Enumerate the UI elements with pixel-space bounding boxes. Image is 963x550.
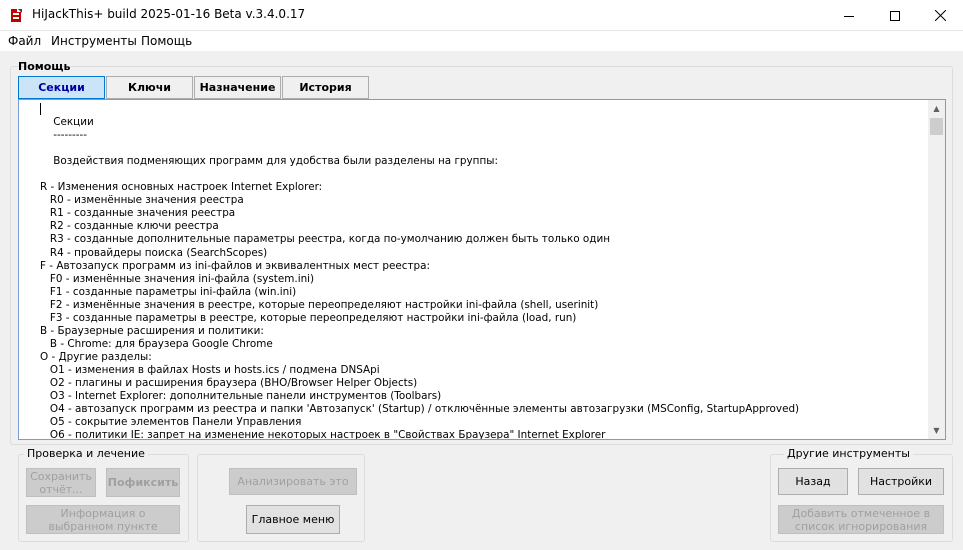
help-text-line [40,142,920,155]
help-text-content: Секции --------- Воздействия подменяющих… [40,103,920,440]
settings-button[interactable]: Настройки [858,468,944,495]
back-button[interactable]: Назад [778,468,848,495]
help-text-line: O1 - изменения в файлах Hosts и hosts.ic… [40,363,380,376]
help-text-line: F1 - созданные параметры ini-файла (win.… [40,285,297,298]
scroll-up-icon[interactable]: ▲ [928,100,945,117]
help-text-line: F0 - изменённые значения ini-файла (syst… [40,272,315,285]
close-button[interactable] [917,0,963,31]
maximize-button[interactable] [872,0,918,31]
window-title: HiJackThis+ build 2025-01-16 Beta v.3.4.… [32,7,306,21]
help-text-line: O6 - политики IE: запрет на изменение не… [40,429,606,440]
other-tools-legend: Другие инструменты [784,447,913,460]
help-text-line: O - Другие разделы: [40,350,152,363]
help-text-line: --------- [40,129,87,142]
help-text-line: F3 - созданные параметры в реестре, кото… [40,311,577,324]
info-selected-button[interactable]: Информация о выбранном пункте [26,505,180,534]
fix-button[interactable]: Пофиксить [106,468,180,497]
menu-file[interactable]: Файл [8,34,41,48]
help-text-line: R - Изменения основных настроек Internet… [40,181,323,194]
help-text-line [40,103,920,116]
minimize-button[interactable] [826,0,872,31]
help-text-line [40,168,920,181]
help-text-line: R0 - изменённые значения реестра [40,194,244,207]
help-text-line: R3 - созданные дополнительные параметры … [40,233,610,246]
help-text-line: O5 - сокрытие элементов Панели Управлени… [40,416,302,429]
add-to-ignore-button[interactable]: Добавить отмеченное в список игнорирован… [778,505,944,534]
scroll-down-icon[interactable]: ▼ [928,422,945,439]
close-icon [934,10,946,21]
title-bar: HiJackThis+ build 2025-01-16 Beta v.3.4.… [0,0,963,31]
help-group-title: Помощь [18,60,71,73]
help-text-line: O4 - автозапуск программ из реестра и па… [40,403,800,416]
help-text-line: R4 - провайдеры поиска (SearchScopes) [40,246,268,259]
tab-keys[interactable]: Ключи [106,76,193,99]
help-text-line: B - Chrome: для браузера Google Chrome [40,337,273,350]
help-text-line: F2 - изменённые значения в реестре, кото… [40,298,599,311]
help-text-line: R2 - созданные ключи реестра [40,220,219,233]
tab-purpose[interactable]: Назначение [194,76,281,99]
menu-tools[interactable]: Инструменты [51,34,137,48]
scan-fix-legend: Проверка и лечение [24,447,148,460]
scroll-thumb[interactable] [930,118,943,135]
help-text-line: O2 - плагины и расширения браузера (BHO/… [40,376,418,389]
help-text-area[interactable]: Секции --------- Воздействия подменяющих… [18,99,946,440]
help-text-line: R1 - созданные значения реестра [40,207,236,220]
help-text-line: F - Автозапуск программ из ini-файлов и … [40,259,431,272]
tab-sections[interactable]: Секции [18,76,105,99]
save-report-button[interactable]: Сохранить отчёт... [26,468,96,497]
help-text-line: Секции [40,116,94,129]
help-text-line: Воздействия подменяющих программ для удо… [40,155,498,168]
app-icon [9,8,24,23]
main-menu-button[interactable]: Главное меню [246,505,340,534]
tab-history[interactable]: История [282,76,369,99]
minimize-icon [844,15,854,17]
help-text-line: B - Браузерные расширения и политики: [40,324,264,337]
vertical-scrollbar[interactable]: ▲ ▼ [928,100,945,439]
help-text-line: O3 - Internet Explorer: дополнительные п… [40,390,442,403]
menu-help[interactable]: Помощь [141,34,192,48]
menu-bar: Файл Инструменты Помощь [0,31,963,51]
analyze-button[interactable]: Анализировать это [229,468,357,495]
maximize-icon [890,10,900,21]
